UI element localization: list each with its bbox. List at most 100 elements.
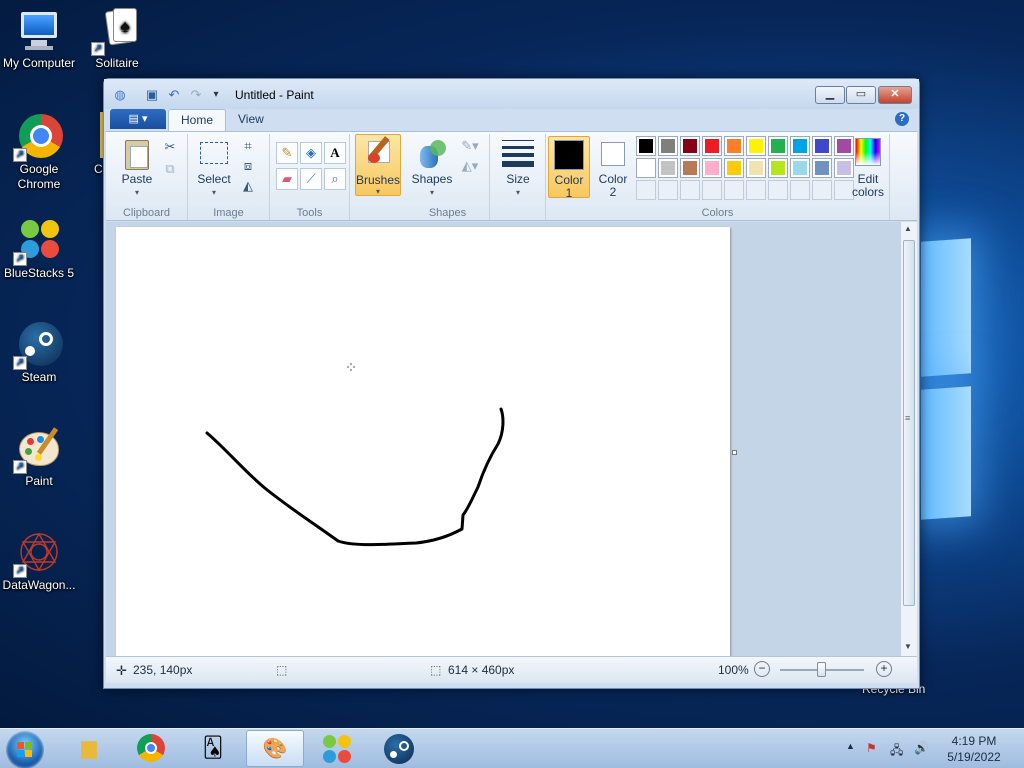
palette-color-swatch[interactable] (680, 158, 700, 178)
fill-icon[interactable]: ◭▾ (456, 156, 484, 176)
desktop-icon-datawagon[interactable]: ↗ DataWagon... (0, 528, 78, 593)
selection-size-icon: ⬚ (276, 663, 288, 677)
palette-color-swatch[interactable] (746, 136, 766, 156)
save-icon[interactable]: ▣ (144, 87, 160, 103)
edit-colors-button[interactable]: Edit colors (846, 138, 890, 199)
taskbar-paint[interactable]: 🎨 (246, 730, 304, 767)
palette-color-swatch[interactable] (724, 136, 744, 156)
resize-icon[interactable]: ⧈ (238, 156, 258, 176)
zoom-in-icon[interactable]: + (876, 661, 892, 677)
select-button[interactable]: Select ▾ (194, 138, 234, 199)
palette-custom-slot[interactable] (746, 180, 766, 200)
brush-icon (362, 136, 394, 169)
volume-icon[interactable]: 🔊 (914, 741, 929, 755)
network-icon[interactable]: 🖧 (890, 741, 903, 762)
rotate-icon[interactable]: ◭ (238, 176, 258, 196)
palette-color-swatch[interactable] (768, 158, 788, 178)
desktop-icon-paint[interactable]: ↗ Paint (0, 424, 78, 489)
size-button[interactable]: Size ▾ (496, 138, 540, 199)
shapes-button[interactable]: Shapes ▾ (410, 138, 454, 199)
palette-color-swatch[interactable] (702, 158, 722, 178)
palette-color-swatch[interactable] (790, 158, 810, 178)
palette-color-swatch[interactable] (680, 136, 700, 156)
scroll-down-arrow-icon[interactable]: ▼ (904, 642, 912, 651)
taskbar-chrome[interactable] (122, 730, 180, 767)
eraser-icon[interactable]: ▰ (276, 168, 298, 190)
zoom-slider-thumb[interactable] (817, 662, 826, 677)
undo-icon[interactable]: ↶ (166, 87, 182, 103)
shapes-group: Shapes ▾ ✎▾ ◭▾ Shapes (406, 134, 490, 220)
magnifier-icon[interactable]: ⌕ (324, 168, 346, 190)
color1-swatch (554, 140, 584, 170)
tab-home[interactable]: Home (168, 109, 227, 131)
system-clock[interactable]: 4:19 PM 5/19/2022 (936, 733, 1012, 765)
palette-custom-slot[interactable] (636, 180, 656, 200)
paint-menu-button[interactable]: ▤ ▾ (110, 109, 166, 129)
palette-color-swatch[interactable] (746, 158, 766, 178)
copy-icon[interactable]: ⧉ (160, 159, 180, 179)
close-button[interactable]: ✕ (878, 86, 912, 104)
action-center-flag-icon[interactable]: ⚑ (866, 741, 877, 755)
color-picker-icon[interactable]: ⟋ (300, 168, 322, 190)
maximize-button[interactable]: ▭ (846, 86, 876, 104)
customize-quick-access-icon[interactable]: ▾ (208, 87, 224, 103)
palette-custom-slot[interactable] (702, 180, 722, 200)
palette-custom-slot[interactable] (658, 180, 678, 200)
palette-custom-slot[interactable] (812, 180, 832, 200)
help-icon[interactable]: ? (895, 112, 909, 126)
palette-color-swatch[interactable] (636, 136, 656, 156)
canvas-resize-handle[interactable] (732, 450, 737, 455)
crop-icon[interactable]: ⌗ (238, 136, 258, 156)
palette-custom-slot[interactable] (724, 180, 744, 200)
canvas-workspace (106, 222, 900, 656)
vertical-scrollbar[interactable]: ▲ ≡ ▼ (900, 222, 917, 656)
scrollbar-thumb[interactable] (903, 240, 915, 606)
brushes-button[interactable]: Brushes ▾ (355, 134, 401, 196)
palette-color-swatch[interactable] (658, 136, 678, 156)
drawing-canvas[interactable] (116, 227, 730, 656)
paste-button[interactable]: Paste ▾ (114, 138, 160, 199)
palette-color-swatch[interactable] (790, 136, 810, 156)
desktop-icon-label: Paint (25, 474, 53, 488)
tab-view[interactable]: View (226, 109, 276, 131)
show-hidden-icons-arrow[interactable]: ▲ (846, 741, 855, 751)
outline-icon[interactable]: ✎▾ (456, 136, 484, 156)
scroll-up-arrow-icon[interactable]: ▲ (904, 224, 912, 233)
fill-bucket-icon[interactable]: ◈ (300, 142, 322, 164)
taskbar-steam[interactable] (370, 730, 428, 767)
taskbar-solitaire[interactable]: 🂡 (184, 730, 242, 767)
desktop-icon-steam[interactable]: ↗ Steam (0, 320, 78, 385)
palette-custom-slot[interactable] (768, 180, 788, 200)
taskbar-bluestacks[interactable] (308, 730, 366, 767)
desktop-icon-google-chrome[interactable]: ↗ Google Chrome (0, 112, 78, 192)
steam-icon: ↗ (13, 320, 63, 370)
palette-color-swatch[interactable] (636, 158, 656, 178)
palette-color-swatch[interactable] (768, 136, 788, 156)
palette-color-swatch[interactable] (702, 136, 722, 156)
start-button[interactable] (6, 731, 44, 768)
zoom-out-icon[interactable]: − (754, 661, 770, 677)
palette-color-swatch[interactable] (724, 158, 744, 178)
cut-icon[interactable]: ✂ (160, 137, 180, 157)
desktop-icon-my-computer[interactable]: My Computer (0, 6, 78, 71)
chrome-icon (137, 734, 165, 762)
cursor-position-icon: ✛ (116, 663, 127, 678)
desktop-icon-solitaire[interactable]: ♠ ↗ Solitaire (78, 6, 156, 71)
redo-icon[interactable]: ↷ (188, 87, 204, 103)
pencil-icon[interactable]: ✎ (276, 142, 298, 164)
taskbar-explorer[interactable]: ▆ (60, 730, 118, 767)
title-bar[interactable]: ◍ ▣ ↶ ↷ ▾ Untitled - Paint ▁ ▭ ✕ (104, 79, 919, 109)
palette-color-swatch[interactable] (812, 136, 832, 156)
palette-custom-slot[interactable] (680, 180, 700, 200)
desktop-icon-bluestacks[interactable]: ↗ BlueStacks 5 (0, 216, 78, 281)
colors-group-label: Colors (701, 207, 734, 219)
playing-card-icon: 🂡 (202, 737, 224, 759)
palette-color-swatch[interactable] (658, 158, 678, 178)
paint-app-icon[interactable]: ◍ (112, 87, 128, 103)
text-tool-icon[interactable]: A (324, 142, 346, 164)
palette-custom-slot[interactable] (790, 180, 810, 200)
color2-button[interactable]: Color 2 (592, 136, 634, 199)
color1-button[interactable]: Color 1 (548, 136, 590, 200)
minimize-button[interactable]: ▁ (815, 86, 845, 104)
palette-color-swatch[interactable] (812, 158, 832, 178)
